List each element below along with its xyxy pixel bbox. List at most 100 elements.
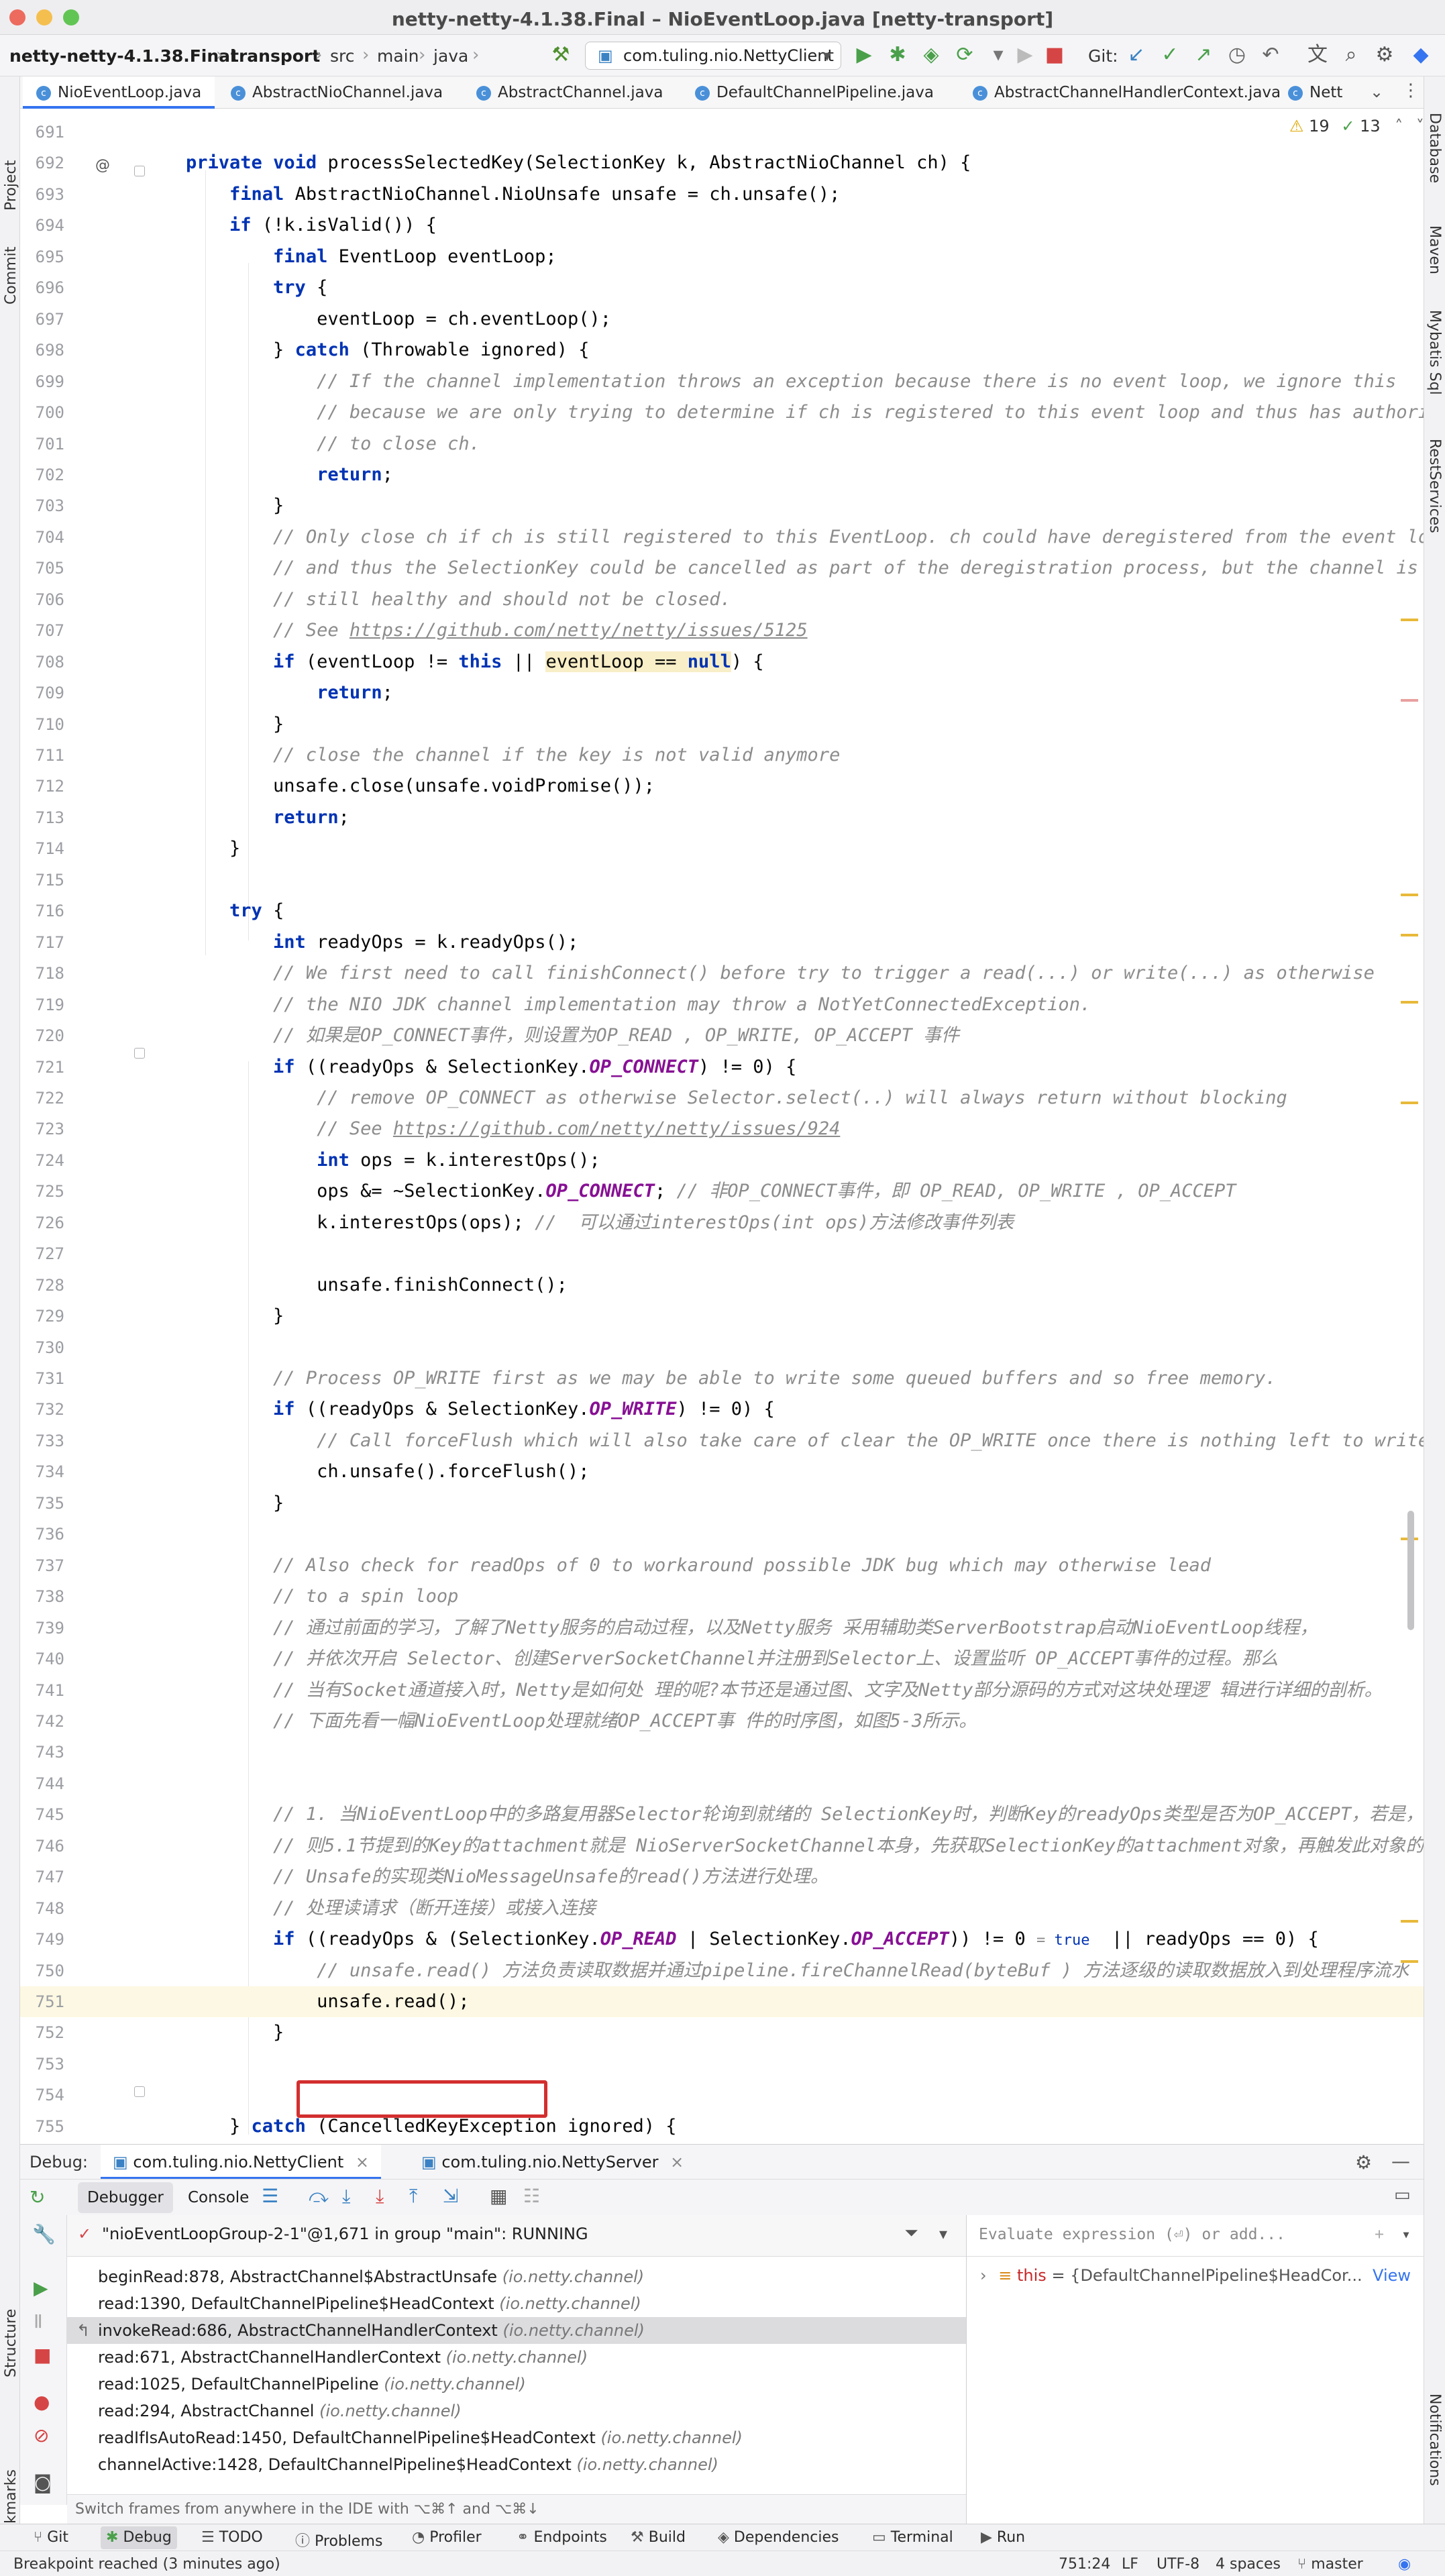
breadcrumb-module[interactable]: transport (231, 46, 320, 66)
code-line[interactable]: 736 (20, 1519, 1424, 1550)
wrench-icon[interactable]: 🔧 (32, 2223, 56, 2245)
line-number[interactable]: 702 (20, 460, 64, 490)
line-number[interactable]: 730 (20, 1332, 64, 1363)
evaluate-expression-icon[interactable]: ▦ (490, 2185, 507, 2207)
code-line[interactable]: 742 // 下面先看一幅NioEventLoop处理就绪OP_ACCEPT事 … (20, 1706, 1424, 1737)
code-text[interactable]: int readyOps = k.readyOps(); (186, 927, 578, 958)
code-line[interactable]: 698 } catch (Throwable ignored) { (20, 335, 1424, 366)
stack-frame[interactable]: read:671, AbstractChannelHandlerContext … (67, 2344, 966, 2371)
debug-session-tab-client[interactable]: ▣ com.tuling.nio.NettyClient × (101, 2145, 381, 2180)
stack-frame[interactable]: read:1025, DefaultChannelPipeline (io.ne… (67, 2371, 966, 2398)
debug-session-tab-server[interactable]: ▣ com.tuling.nio.NettyServer × (409, 2145, 696, 2180)
camera-icon[interactable]: ◙ (34, 2471, 52, 2493)
code-text[interactable]: ch.unsafe().forceFlush(); (186, 1456, 589, 1487)
code-line[interactable]: 734 ch.unsafe().forceFlush(); (20, 1456, 1424, 1487)
stop-icon[interactable]: ■ (34, 2344, 51, 2366)
line-number[interactable]: 709 (20, 678, 64, 708)
line-number[interactable]: 729 (20, 1301, 64, 1332)
line-number[interactable]: 698 (20, 335, 64, 366)
tool-window-problems[interactable]: ⓘ Problems (295, 2529, 382, 2551)
code-text[interactable]: if (!k.isValid()) { (186, 210, 437, 241)
code-text[interactable]: if ((readyOps & SelectionKey.OP_CONNECT)… (186, 1052, 796, 1083)
code-line[interactable]: 717 int readyOps = k.readyOps(); (20, 927, 1424, 958)
notifications-tool-window[interactable]: Notifications (1426, 2394, 1443, 2486)
code-text[interactable]: } (186, 2017, 284, 2048)
code-text[interactable]: // unsafe.read() 方法负责读取数据并通过pipeline.fir… (186, 1955, 1409, 1986)
next-highlight-icon[interactable]: ˅ (1416, 117, 1424, 136)
line-number[interactable]: 711 (20, 740, 64, 771)
add-watch-icon[interactable]: + (1375, 2226, 1384, 2243)
fold-icon[interactable] (134, 1048, 145, 1059)
code-text[interactable]: } (186, 833, 240, 864)
code-text[interactable]: if ((readyOps & (SelectionKey.OP_READ | … (186, 1924, 1319, 1956)
line-number[interactable]: 707 (20, 615, 64, 646)
tab-console[interactable]: Console (178, 2182, 258, 2213)
code-line[interactable]: 733 // Call forceFlush which will also t… (20, 1426, 1424, 1456)
search-icon[interactable]: ⌕ (1338, 43, 1364, 67)
line-number[interactable]: 738 (20, 1581, 64, 1612)
settings-gear-icon[interactable]: ⚙ (1355, 2151, 1372, 2174)
code-text[interactable]: if ((readyOps & SelectionKey.OP_WRITE) !… (186, 1394, 775, 1425)
line-number[interactable]: 703 (20, 490, 64, 521)
breadcrumb-main[interactable]: main (377, 46, 419, 66)
code-text[interactable]: k.interestOps(ops); // 可以通过interestOps(i… (186, 1208, 1014, 1238)
tab-nett-truncated[interactable]: c Nett (1288, 76, 1342, 109)
code-text[interactable]: // If the channel implementation throws … (186, 366, 1396, 397)
notification-icon[interactable]: ◉ (1398, 2556, 1411, 2573)
editor-scrollbar[interactable] (1407, 1511, 1414, 1630)
line-number[interactable]: 691 (20, 117, 64, 148)
code-text[interactable]: // remove OP_CONNECT as otherwise Select… (186, 1083, 1287, 1114)
file-encoding[interactable]: UTF-8 (1157, 2556, 1199, 2573)
evaluate-expression-input[interactable]: Evaluate expression (⏎) or add... + ▾ (967, 2215, 1424, 2257)
line-number[interactable]: 732 (20, 1394, 64, 1425)
override-annotation-icon[interactable]: @ (95, 157, 110, 174)
indent-setting[interactable]: 4 spaces (1216, 2556, 1281, 2573)
run-to-cursor-icon[interactable]: ⇲ (443, 2185, 458, 2207)
build-hammer-icon[interactable]: ⚒ (547, 43, 574, 67)
code-text[interactable]: unsafe.read(); (186, 1986, 470, 2017)
rollback-icon[interactable]: ↶ (1257, 43, 1284, 67)
code-line[interactable]: 708 if (eventLoop != this || eventLoop =… (20, 647, 1424, 678)
code-text[interactable]: ops &= ~SelectionKey.OP_CONNECT; // 非OP_… (186, 1176, 1236, 1207)
code-text[interactable]: // 并依次开启 Selector、创建ServerSocketChannel并… (186, 1644, 1279, 1674)
error-stripe-mark[interactable] (1401, 619, 1418, 621)
code-text[interactable]: if (eventLoop != this || eventLoop == nu… (186, 647, 764, 678)
code-text[interactable]: // See https://github.com/netty/netty/is… (186, 615, 808, 646)
view-breakpoints-icon[interactable]: ● (34, 2391, 50, 2413)
stack-frame[interactable]: read:1390, DefaultChannelPipeline$HeadCo… (67, 2290, 966, 2317)
code-line[interactable]: 713 return; (20, 802, 1424, 833)
code-line[interactable]: 694 if (!k.isValid()) { (20, 210, 1424, 241)
code-editor[interactable]: 691 692 private void processSelectedKey(Se… (20, 109, 1424, 2144)
line-number[interactable]: 708 (20, 647, 64, 678)
breadcrumb-java[interactable]: java (433, 46, 468, 66)
code-line[interactable]: 745 // 1. 当NioEventLoop中的多路复用器Selector轮询… (20, 1799, 1424, 1830)
code-text[interactable]: int ops = k.interestOps(); (186, 1145, 600, 1176)
line-number[interactable]: 744 (20, 1768, 64, 1799)
line-number[interactable]: 694 (20, 210, 64, 241)
code-text[interactable]: unsafe.finishConnect(); (186, 1270, 568, 1301)
code-text[interactable]: // still healthy and should not be close… (186, 584, 731, 615)
line-number[interactable]: 751 (20, 1986, 64, 2017)
code-line[interactable]: 738 // to a spin loop (20, 1581, 1424, 1612)
history-icon[interactable]: ◷ (1224, 43, 1250, 67)
line-number[interactable]: 721 (20, 1052, 64, 1083)
code-line[interactable]: 719 // the NIO JDK channel implementatio… (20, 989, 1424, 1020)
code-line[interactable]: 739 // 通过前面的学习，了解了Netty服务的启动过程，以及Netty服务… (20, 1613, 1424, 1644)
code-line[interactable]: 750 // unsafe.read() 方法负责读取数据并通过pipeline… (20, 1955, 1424, 1986)
line-separator[interactable]: LF (1122, 2556, 1138, 2573)
code-text[interactable]: // 1. 当NioEventLoop中的多路复用器Selector轮询到就绪的… (186, 1799, 1424, 1830)
frames-list[interactable]: beginRead:878, AbstractChannel$AbstractU… (67, 2257, 966, 2494)
code-line[interactable]: 723 // See https://github.com/netty/nett… (20, 1114, 1424, 1144)
code-text[interactable]: // the NIO JDK channel implementation ma… (186, 989, 1091, 1020)
code-line[interactable]: 751 unsafe.read(); (20, 1986, 1424, 2017)
git-push-icon[interactable]: ↗ (1190, 43, 1217, 67)
run-icon[interactable]: ▶ (851, 43, 877, 67)
line-number[interactable]: 728 (20, 1270, 64, 1301)
debug-icon[interactable]: ✱ (884, 43, 911, 67)
code-text[interactable]: final EventLoop eventLoop; (186, 241, 557, 272)
line-number[interactable]: 733 (20, 1426, 64, 1456)
code-line[interactable]: 754 (20, 2080, 1424, 2110)
code-text[interactable]: // 当有Socket通道接入时，Netty是如何处 理的呢?本节还是通过图、文… (186, 1675, 1383, 1706)
code-text[interactable]: // and thus the SelectionKey could be ca… (186, 553, 1418, 584)
code-text[interactable]: return; (186, 802, 350, 833)
